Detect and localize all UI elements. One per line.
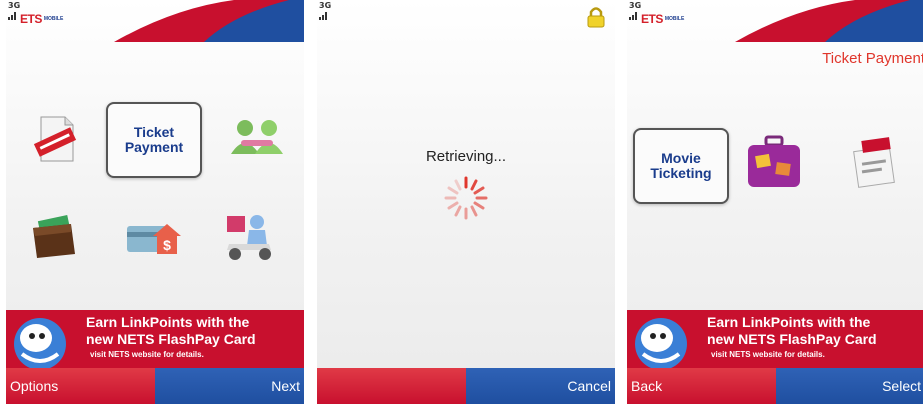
options-softkey[interactable]: Options: [6, 368, 155, 404]
card-topup-icon: $: [127, 224, 181, 254]
promo-banner[interactable]: Earn LinkPoints with the new NETS FlashP…: [627, 310, 923, 368]
tile-card-topup[interactable]: $: [118, 206, 188, 268]
tile-delivery[interactable]: [214, 206, 284, 268]
select-softkey[interactable]: Select: [776, 368, 923, 404]
mascot-icon: [14, 318, 66, 368]
softkey-bar: Back Select: [627, 368, 923, 404]
lock-icon: [587, 7, 605, 28]
ets-mobile-logo: ETS MOBILE: [641, 12, 684, 26]
cancel-softkey[interactable]: Cancel: [466, 368, 615, 404]
softkey-bar: Options Next: [6, 368, 304, 404]
logo-text: ETS: [20, 12, 42, 26]
next-softkey[interactable]: Next: [155, 368, 304, 404]
signal-bars-icon: [319, 12, 329, 20]
loading-spinner-icon: [444, 176, 488, 220]
phone-screen-main-menu: 3G ETS MOBILE Ticket Payment $ Earn Link…: [6, 0, 304, 404]
tile-ticket-payment[interactable]: Ticket Payment: [106, 102, 202, 178]
banner-line-3: visit NETS website for details.: [90, 350, 204, 359]
promo-banner[interactable]: Earn LinkPoints with the new NETS FlashP…: [6, 310, 304, 368]
tile-people[interactable]: [222, 108, 292, 170]
people-icon: [231, 120, 283, 154]
network-label: 3G: [319, 1, 332, 10]
delivery-scooter-icon: [227, 215, 271, 260]
back-softkey[interactable]: Back: [627, 368, 776, 404]
svg-text:$: $: [163, 237, 171, 253]
tile-movie-ticketing[interactable]: Movie Ticketing: [633, 128, 729, 204]
banner-line-1: Earn LinkPoints with the: [86, 314, 250, 330]
tile-wallet[interactable]: [20, 206, 90, 268]
signal-bars-icon: [629, 12, 639, 20]
logo-subtext: MOBILE: [664, 16, 685, 22]
wallet-icon: [33, 215, 75, 258]
network-label: 3G: [8, 1, 21, 10]
left-softkey[interactable]: [317, 368, 466, 404]
movie-ticketing-label: Movie Ticketing: [650, 150, 712, 181]
receipt-stamp-icon: [33, 116, 77, 162]
nets-ticket-icon: [853, 137, 895, 188]
tile-receipt[interactable]: [20, 108, 90, 170]
banner-line-2: new NETS FlashPay Card: [707, 331, 877, 347]
banner-line-2: new NETS FlashPay Card: [86, 331, 256, 347]
banner-line-3: visit NETS website for details.: [711, 350, 825, 359]
phone-screen-ticket-payment: 3G ETS MOBILE Ticket Payment Movie Ticke…: [627, 0, 923, 404]
luggage-icon: [748, 135, 800, 187]
header-swoosh: [735, 0, 923, 42]
tile-travel[interactable]: [739, 132, 809, 194]
softkey-bar: Cancel: [317, 368, 615, 404]
signal-bars-icon: [8, 12, 18, 20]
header-swoosh: [114, 0, 304, 42]
logo-subtext: MOBILE: [43, 16, 64, 22]
ets-mobile-logo: ETS MOBILE: [20, 12, 63, 26]
logo-text: ETS: [641, 12, 663, 26]
status-bar: 3G: [317, 0, 615, 42]
tile-nets-ticket[interactable]: [837, 132, 907, 194]
page-title: Ticket Payment: [822, 50, 923, 67]
mascot-icon: [635, 318, 687, 368]
network-label: 3G: [629, 1, 642, 10]
status-bar: 3G ETS MOBILE: [6, 0, 304, 42]
banner-line-1: Earn LinkPoints with the: [707, 314, 871, 330]
status-bar: 3G ETS MOBILE: [627, 0, 923, 42]
retrieving-text: Retrieving...: [425, 148, 507, 165]
ticket-payment-label: Ticket Payment: [124, 124, 184, 155]
phone-screen-retrieving: 3G Retrieving... Cancel: [317, 0, 615, 404]
